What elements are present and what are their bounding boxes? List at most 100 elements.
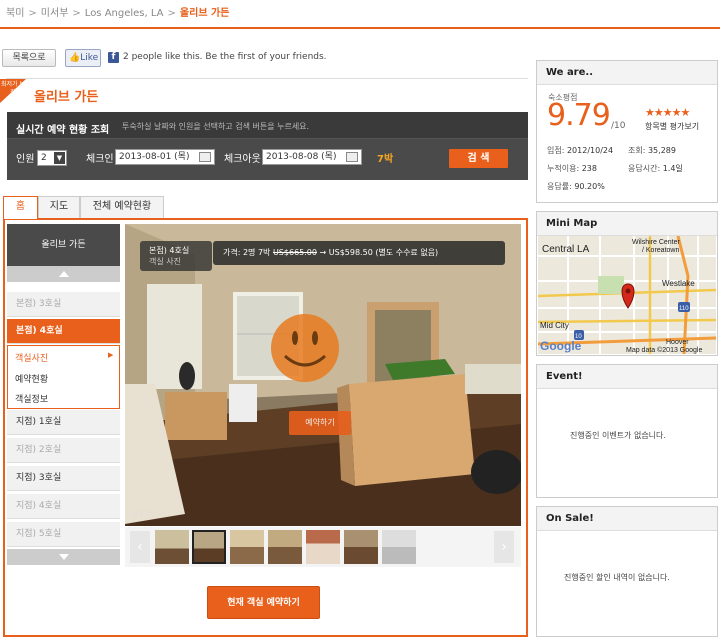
thumbnail-prev-button[interactable]: ‹ [130, 531, 150, 563]
chevron-left-icon: ‹ [137, 539, 143, 555]
map-label: Hoover [666, 339, 689, 346]
top-divider [0, 27, 720, 29]
chevron-down-icon [58, 554, 69, 560]
star-rating: ★★★★★ [645, 106, 690, 119]
thumbnail[interactable] [382, 530, 416, 564]
room-menu-item[interactable]: 지점) 4호실 [7, 494, 120, 519]
search-button[interactable]: 검 색 [449, 149, 508, 168]
price-new: US$598.50 (별도 수수료 없음) [328, 248, 439, 257]
score-value: 9.79 [547, 98, 611, 133]
menu-scroll-down-button[interactable] [7, 549, 120, 565]
chevron-down-icon: ▼ [54, 152, 65, 164]
people-select[interactable]: 2 ▼ [37, 150, 67, 166]
photo-reserve-button[interactable]: 예약하기 [289, 411, 351, 435]
title-divider [6, 78, 528, 79]
sale-title: On Sale! [537, 507, 717, 531]
price-prefix: 가격: 2명 7박 [223, 248, 271, 257]
thumbnail-next-button[interactable]: › [494, 531, 514, 563]
stat-label: 조회: [628, 146, 646, 155]
stat-value: 35,289 [647, 146, 676, 155]
checkin-label: 체크인 [86, 154, 114, 165]
map-label: / Koreatown [642, 247, 679, 254]
room-menu-item-active[interactable]: 본점) 4호실 [7, 319, 120, 344]
photo-page-indicator: 2 / 7 [133, 509, 151, 518]
submenu-item-photos[interactable]: 객실사진 [15, 351, 48, 364]
view-count: 조회: 35,289 [628, 145, 676, 156]
map-label: Westlake [662, 279, 695, 288]
tab-home[interactable]: 홈 [3, 196, 38, 219]
stat-label: 입점: [547, 146, 565, 155]
room-menu-item[interactable]: 지점) 2호실 [7, 438, 120, 463]
tab-map[interactable]: 지도 [38, 196, 80, 218]
response-time: 응답시간: 1.4일 [628, 163, 683, 174]
breadcrumb-item[interactable]: 북미 [6, 8, 24, 19]
room-menu-item[interactable]: 지점) 3호실 [7, 466, 120, 491]
breadcrumb-current: 올리브 가든 [179, 8, 230, 19]
freeway-shield: 110 [678, 302, 690, 312]
page-title: 올리브 가든 [34, 90, 99, 105]
room-menu-item[interactable]: 지점) 5호실 [7, 522, 120, 547]
mini-map-title: Mini Map [537, 212, 717, 236]
map-graphic: Central LA Wilshire Center / Koreatown W… [538, 236, 716, 354]
like-label: Like [80, 53, 99, 63]
calendar-icon[interactable] [199, 152, 211, 162]
menu-scroll-up-button[interactable] [7, 266, 120, 282]
facebook-icon: f [108, 52, 119, 63]
chevron-up-icon [58, 271, 69, 277]
map-label: Wilshire Center [632, 239, 681, 246]
stat-value: 2012/10/24 [566, 146, 614, 155]
thumbnail-selected[interactable] [192, 530, 226, 564]
breadcrumb: 북미 > 미서부 > Los Angeles, LA > 올리브 가든 [6, 8, 230, 19]
stat-value: 1.4일 [662, 164, 683, 173]
price-bar: 가격: 2명 7박 US$665.00 → US$598.50 (별도 수수료 … [213, 241, 505, 265]
lowest-price-badge: 최저가 보장 [0, 79, 26, 103]
score-max: /10 [611, 121, 626, 131]
arrow-right-icon: → [319, 248, 327, 257]
stat-label: 누적이용: [547, 164, 580, 173]
back-to-list-button[interactable]: 목록으로 [2, 49, 56, 67]
submenu-item-room-info[interactable]: 객실정보 [15, 392, 48, 405]
facebook-like-button[interactable]: 👍Like [65, 49, 101, 67]
stat-value: 90.20% [574, 182, 605, 191]
booking-title: 실시간 예약 현황 조회 [16, 125, 110, 136]
breadcrumb-item[interactable]: Los Angeles, LA [85, 8, 164, 19]
chevron-right-icon: › [501, 539, 507, 555]
people-value: 2 [41, 153, 47, 163]
calendar-icon[interactable] [346, 152, 358, 162]
reserve-room-button[interactable]: 현재 객실 예약하기 [207, 586, 320, 619]
thumbnail[interactable] [268, 530, 302, 564]
thumbs-up-icon: 👍 [69, 53, 81, 63]
thumbnail[interactable] [306, 530, 340, 564]
room-menu-item[interactable]: 지점) 1호실 [7, 410, 120, 435]
thumbnail[interactable] [155, 530, 189, 564]
stat-label: 응답률: [547, 182, 572, 191]
nights-count: 7박 [377, 154, 394, 165]
stat-value: 238 [581, 164, 597, 173]
stat-label: 응답시간: [628, 164, 661, 173]
join-date: 입점: 2012/10/24 [547, 145, 613, 156]
event-empty-message: 진행중인 이벤트가 없습니다. [570, 431, 666, 440]
room-name: 본점) 4호실 [149, 246, 190, 255]
map-label: Central LA [542, 244, 590, 255]
chevron-right-icon: ▶ [108, 351, 114, 359]
response-rate: 응답률: 90.20% [547, 181, 605, 192]
google-logo: Google [540, 339, 582, 353]
rating-details-link[interactable]: 항목별 평가보기 [645, 121, 699, 132]
map-label: Mid City [540, 321, 569, 330]
thumbnail[interactable] [344, 530, 378, 564]
room-menu-item[interactable]: 본점) 3호실 [7, 292, 120, 317]
mini-map[interactable]: Central LA Wilshire Center / Koreatown W… [538, 236, 716, 354]
facebook-like-text: 2 people like this. Be the first of your… [123, 52, 327, 62]
room-photo-caption: 객실 사진 [149, 257, 181, 266]
price-old: US$665.00 [272, 248, 317, 257]
we-are-title: We are.. [537, 61, 717, 85]
svg-text:110: 110 [679, 306, 689, 312]
tab-all-reservations[interactable]: 전체 예약현황 [80, 196, 164, 218]
people-label: 인원 [16, 154, 35, 165]
map-attribution: Map data ©2013 Google [626, 346, 702, 354]
room-name-tag: 본점) 4호실 객실 사진 [140, 241, 212, 271]
breadcrumb-item[interactable]: 미서부 [41, 8, 69, 19]
checkout-label: 체크아웃 [224, 154, 261, 165]
thumbnail[interactable] [230, 530, 264, 564]
submenu-item-reservations[interactable]: 예약현황 [15, 372, 48, 385]
